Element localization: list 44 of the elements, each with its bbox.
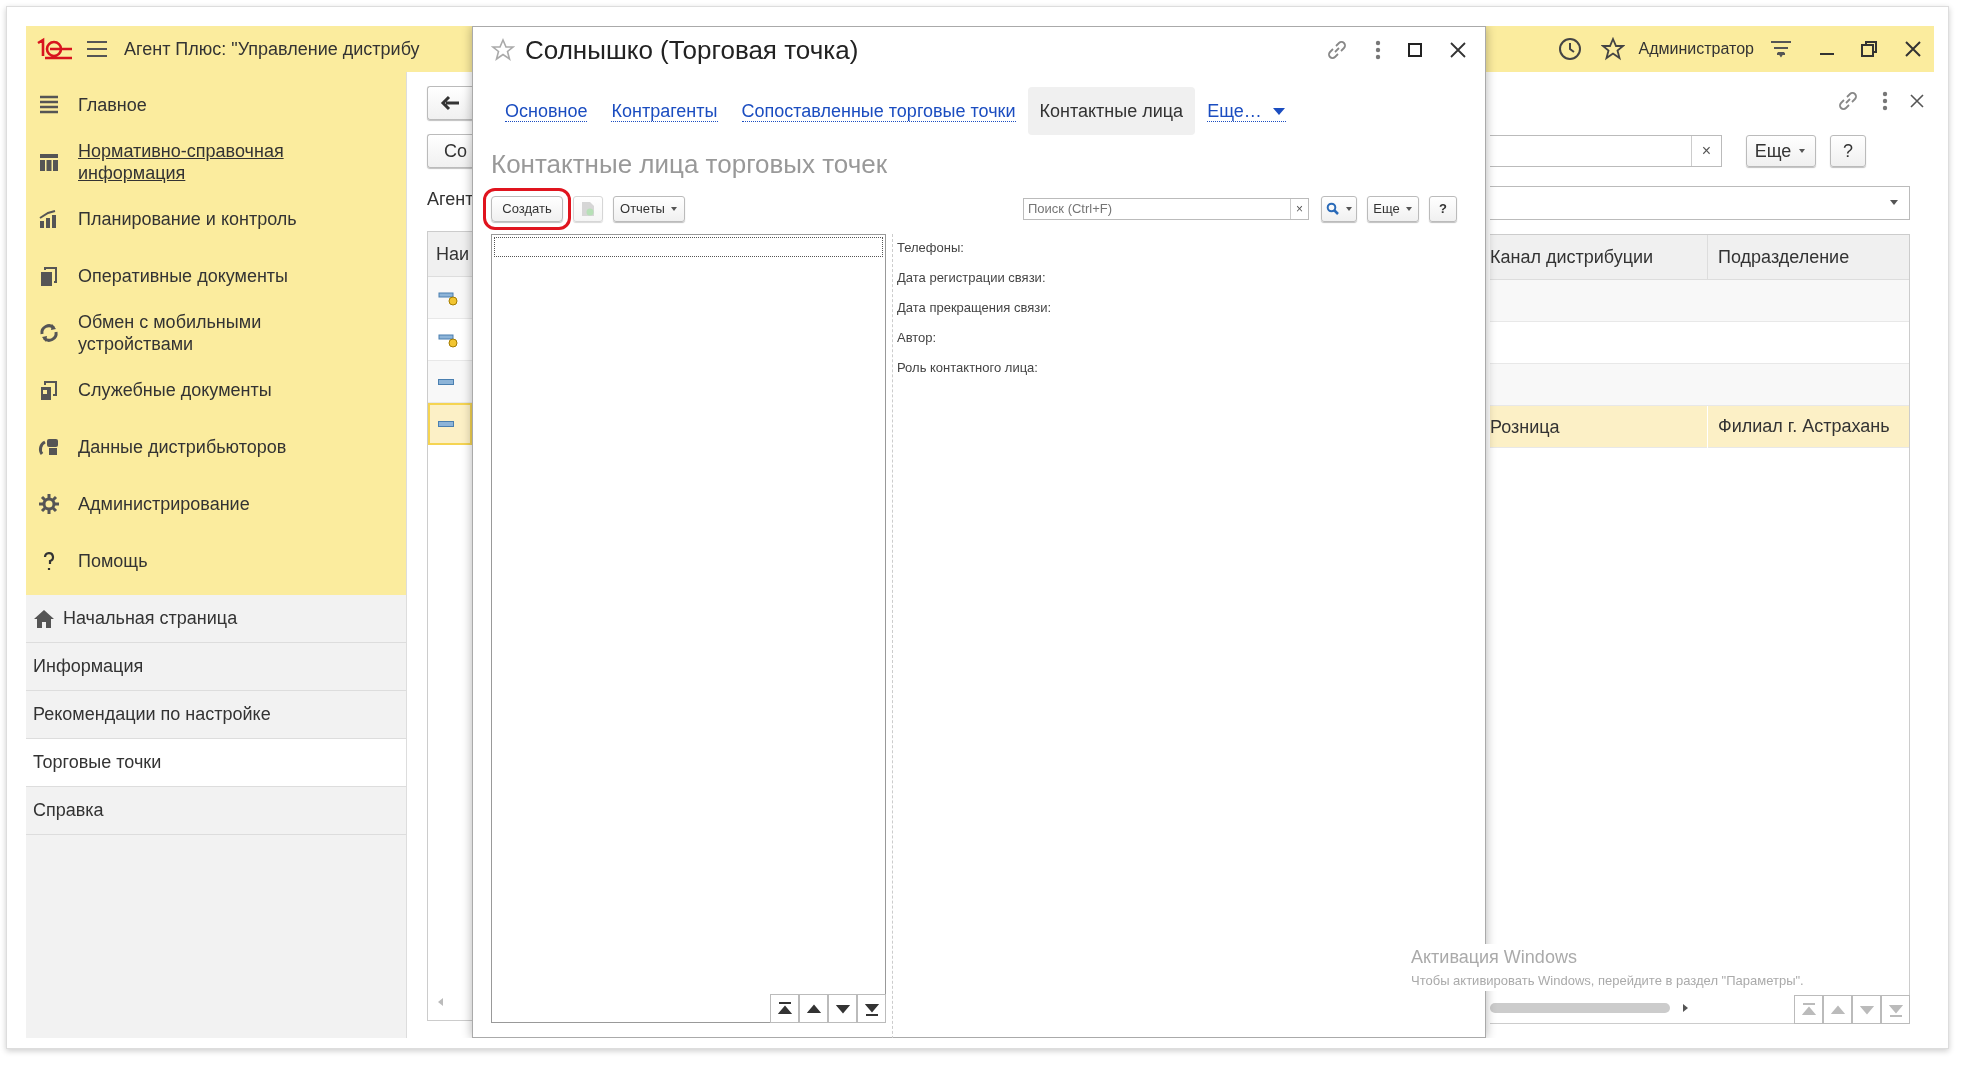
clear-button[interactable]: × xyxy=(1691,136,1721,166)
section-link[interactable]: Администрирование xyxy=(78,492,250,515)
page-tab[interactable]: Справка xyxy=(26,787,406,835)
clear-button[interactable]: × xyxy=(1290,199,1308,219)
more-button[interactable]: Еще xyxy=(1367,196,1419,222)
more-menu-link[interactable]: Еще… xyxy=(1207,100,1286,122)
search-field[interactable]: × xyxy=(1490,135,1722,167)
table-row[interactable]: Розница Филиал г. Астрахань xyxy=(1490,406,1909,448)
section-heading: Контактные лица торговых точек xyxy=(491,148,889,181)
app-title: Агент Плюс: "Управление дистрибу xyxy=(124,38,420,59)
section-link[interactable]: Планирование и контроль xyxy=(78,207,297,230)
column-header: Наи xyxy=(435,242,470,266)
tab[interactable]: Контрагенты xyxy=(611,100,718,122)
tab[interactable]: Контактные лица xyxy=(1027,87,1196,135)
search-field[interactable]: Поиск (Ctrl+F) × xyxy=(1023,198,1309,220)
section-link[interactable]: Служебные документы xyxy=(78,378,272,401)
more-button[interactable]: Еще xyxy=(1746,135,1816,167)
table-cell: Розница xyxy=(1490,405,1708,448)
create-button[interactable]: Со xyxy=(427,134,472,168)
section-link[interactable]: Оперативные документы xyxy=(78,264,289,287)
page-tab[interactable]: Информация xyxy=(26,643,406,691)
reports-button[interactable]: Отчеты xyxy=(613,196,685,222)
section-link[interactable]: Обмен с мобильными устройствами xyxy=(78,310,298,355)
column-header: Подразделение xyxy=(1717,245,1850,269)
help-button[interactable]: ? xyxy=(1429,196,1457,222)
section-link[interactable]: Главное xyxy=(78,93,147,116)
section-link[interactable]: Данные дистрибьюторов xyxy=(78,435,287,458)
page-tab[interactable]: Торговые точки xyxy=(26,739,406,787)
section-link[interactable]: Помощь xyxy=(78,549,148,572)
tab[interactable]: Основное xyxy=(505,100,588,122)
tab[interactable]: Сопоставленные торговые точки xyxy=(741,100,1016,122)
field-label: Автор: xyxy=(897,329,938,347)
column-header: Канал дистрибуции xyxy=(1490,234,1708,280)
activation-text: Чтобы активировать Windows, перейдите в раздел "Параметры". xyxy=(1411,971,1804,991)
section-link[interactable]: Нормативно-справочная информация xyxy=(78,139,298,184)
help-button[interactable]: ? xyxy=(1830,135,1866,167)
page-tab[interactable]: Начальная страница xyxy=(26,595,406,643)
table-cell-text: Филиал г. Астрахань xyxy=(1717,415,1890,438)
field-label: Роль контактного лица: xyxy=(897,359,1039,377)
field-label: Телефоны: xyxy=(897,239,965,257)
dialog-title: Солнышко (Торговая точка) xyxy=(525,33,859,67)
user-name[interactable]: Администратор xyxy=(1638,37,1754,61)
field-label: Дата прекращения связи: xyxy=(897,299,1052,317)
field-label: Дата регистрации связи: xyxy=(897,269,1047,287)
